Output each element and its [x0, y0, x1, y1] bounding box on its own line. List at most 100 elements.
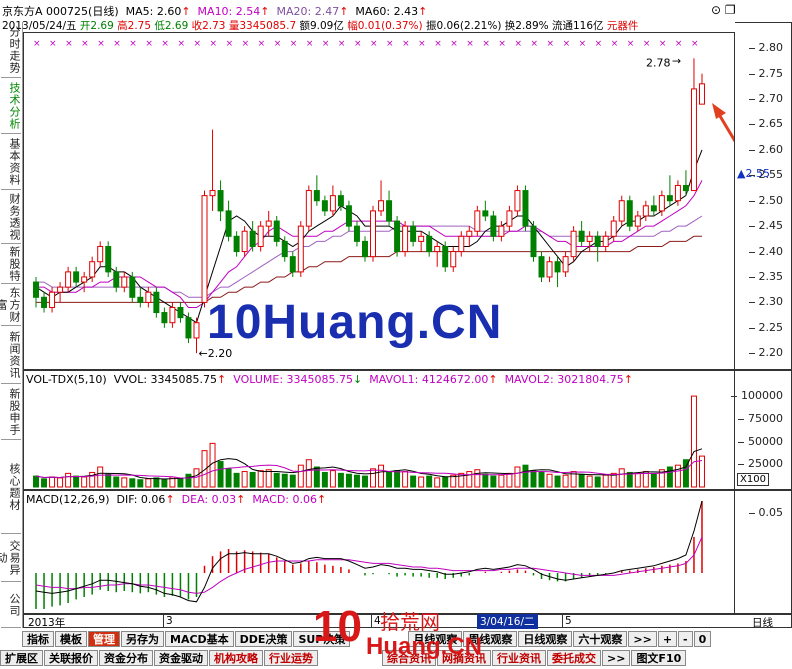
candle	[345, 200, 352, 232]
candle	[602, 231, 609, 252]
toolbar2-button-13[interactable]: >>	[602, 650, 631, 666]
event-marker: ×	[514, 39, 522, 49]
candle-body	[121, 276, 128, 288]
settings-icon[interactable]: ⊙	[711, 3, 721, 17]
left-tab-1[interactable]: 技术分析	[1, 78, 21, 134]
volume-bar	[161, 479, 168, 488]
restore-icon[interactable]: ❐	[725, 3, 736, 17]
watermark-logo-num: 10	[313, 602, 362, 651]
candle-body	[378, 200, 385, 212]
volume-bar	[297, 464, 304, 488]
price-tick: 2.30	[748, 295, 783, 309]
left-tab-5[interactable]: 东方财富	[0, 284, 21, 326]
candle-body	[49, 291, 56, 308]
candle-body	[233, 235, 240, 253]
candle	[466, 226, 473, 247]
candle	[690, 58, 697, 192]
event-marker: ×	[675, 39, 683, 49]
toolbar2-button-12[interactable]: 委托成交	[547, 650, 601, 666]
candle-body	[153, 291, 160, 314]
event-marker: ×	[338, 39, 346, 49]
candle-body	[177, 306, 184, 319]
candle-body	[161, 312, 168, 324]
volume-bar	[474, 469, 481, 488]
macd-chart	[35, 500, 703, 609]
event-marker: ×	[386, 39, 394, 49]
toolbar1-button-17[interactable]: 0	[693, 631, 712, 647]
bar-date: 2013/05/24/五	[2, 20, 77, 32]
volume-bar	[217, 461, 224, 488]
timeline-month-5: 5	[562, 615, 572, 627]
candle	[410, 221, 417, 247]
toolbar2-button-2[interactable]: 资金分布	[99, 650, 153, 666]
volume-bar	[626, 471, 633, 488]
candle	[586, 231, 593, 252]
volume-bar	[273, 472, 280, 488]
toolbar1-button-2[interactable]: 管理	[88, 631, 120, 647]
candle-body	[362, 240, 368, 258]
toolbar1-button-0[interactable]: 指标	[22, 631, 54, 647]
candle-body	[570, 230, 577, 258]
volume-bar	[265, 469, 272, 488]
price-tick: 2.60	[748, 142, 783, 156]
toolbar2-button-4[interactable]: 机构攻略	[209, 650, 263, 666]
volume-tick: 75000	[738, 411, 783, 425]
volume-bar	[394, 470, 401, 488]
toolbar1-button-14[interactable]: >>	[628, 631, 657, 647]
left-tab-2[interactable]: 基本资料	[1, 134, 21, 190]
ma10-line	[36, 180, 703, 308]
candle-body	[458, 235, 465, 253]
event-marker: ×	[659, 39, 667, 49]
toolbar2-button-3[interactable]: 资金驱动	[154, 650, 208, 666]
candle	[65, 266, 72, 293]
event-marker: ×	[210, 39, 218, 49]
candle-body	[578, 230, 585, 242]
toolbar1-button-16[interactable]: -	[678, 631, 693, 647]
candle	[249, 221, 256, 252]
toolbar1-button-13[interactable]: 六十观察	[573, 631, 628, 647]
candle-body	[562, 256, 569, 273]
left-tab-7[interactable]: 新股申手	[1, 384, 21, 440]
toolbar2-button-11[interactable]: 行业资讯	[492, 650, 546, 666]
toolbar1-button-15[interactable]: +	[657, 631, 678, 647]
event-marker: ×	[579, 39, 587, 49]
stock-code: 000725(日线)	[46, 5, 119, 18]
candle	[185, 312, 192, 344]
volume-bar	[418, 476, 425, 488]
candle-body	[217, 190, 224, 212]
toolbar1-button-1[interactable]: 模板	[55, 631, 87, 647]
left-tab-4[interactable]: 新股特	[1, 244, 21, 284]
toolbar1-button-12[interactable]: 日线观察	[518, 631, 573, 647]
candle-body	[666, 195, 673, 202]
toolbar1-button-5[interactable]: DDE决策	[234, 631, 293, 647]
toolbar2-button-5[interactable]: 行业运势	[264, 650, 318, 666]
candle	[450, 246, 457, 272]
volume-bar	[145, 478, 152, 488]
toolbar1-button-3[interactable]: 另存为	[121, 631, 164, 647]
volume-bar	[594, 476, 601, 488]
left-tab-9[interactable]: 交易异动	[0, 534, 21, 582]
watermark-logo: 10 拾荒网 Huang.CN	[313, 600, 482, 669]
toolbar1-button-4[interactable]: MACD基本	[165, 631, 234, 647]
toolbar2-button-14[interactable]: 图文F10	[631, 650, 687, 666]
left-tab-8[interactable]: 核心题材	[1, 440, 21, 534]
event-marker: ×	[611, 39, 619, 49]
left-tab-6[interactable]: 新闻资讯	[1, 326, 21, 384]
volume-bar	[225, 468, 232, 488]
volume-panel[interactable]: VOL-TDX(5,10) VVOL: 3345085.75↑ VOLUME: …	[23, 370, 735, 490]
candle	[305, 185, 312, 232]
candle	[650, 195, 657, 216]
toolbar2-button-1[interactable]: 关联报价	[44, 650, 98, 666]
candle-body	[410, 225, 417, 242]
left-tab-10[interactable]: 公司	[1, 582, 21, 628]
candle-body	[466, 230, 473, 237]
candle-body	[345, 205, 352, 227]
candle-body	[626, 200, 633, 227]
candle	[177, 302, 184, 323]
volume-bar	[65, 472, 72, 488]
macd-panel[interactable]: MACD(12,26,9) DIF: 0.06↑ DEA: 0.03↑ MACD…	[23, 490, 735, 614]
candle	[217, 180, 224, 222]
volume-bar	[113, 476, 120, 488]
left-tab-3[interactable]: 财务透视	[1, 190, 21, 244]
toolbar2-button-0[interactable]: 扩展区	[0, 650, 43, 666]
